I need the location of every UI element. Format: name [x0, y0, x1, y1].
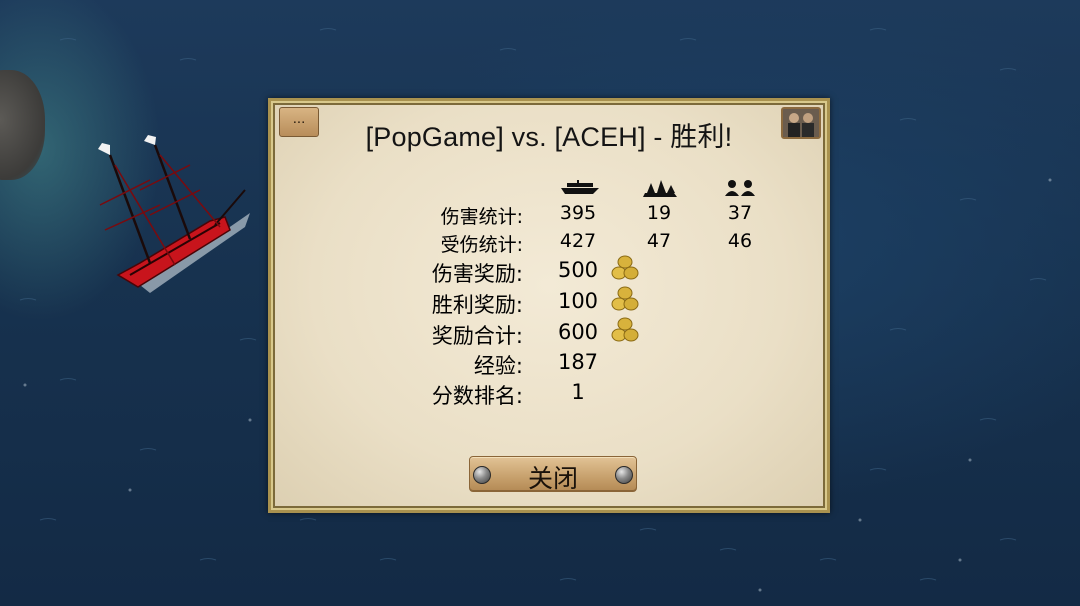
victory-reward-label: 胜利奖励: [431, 293, 523, 317]
close-button[interactable]: 关闭 [469, 456, 637, 493]
battle-result-dialog: ... [PopGame] vs. [ACEH] - 胜利! 伤害统计: 395… [268, 98, 830, 513]
crew-icon [725, 180, 755, 196]
rank-value: 1 [571, 380, 585, 404]
rank-label: 分数排名: [431, 384, 523, 408]
player-ship[interactable] [80, 135, 255, 300]
damage-reward-value: 500 [557, 258, 599, 282]
experience-value: 187 [557, 350, 599, 374]
damage-taken-crew: 46 [727, 230, 753, 252]
dialog-title: [PopGame] vs. [ACEH] - 胜利! [365, 122, 733, 152]
damage-dealt-label: 伤害统计: [440, 206, 523, 228]
gold-coins-icon [611, 286, 639, 311]
total-reward-value: 600 [557, 320, 599, 344]
crew-portrait-icon [783, 109, 819, 137]
ship-icon [561, 180, 599, 194]
victory-reward-value: 100 [557, 289, 599, 313]
fleet-icon [643, 180, 677, 197]
close-button-label: 关闭 [527, 465, 578, 493]
damage-reward-label: 伤害奖励: [431, 262, 523, 286]
gold-coins-icon [611, 255, 639, 280]
damage-taken-label: 受伤统计: [440, 234, 523, 256]
damage-taken-ship: 427 [559, 230, 597, 252]
total-reward-label: 奖励合计: [431, 324, 523, 348]
gold-coins-icon [611, 317, 639, 342]
crew-portrait-button[interactable] [781, 107, 821, 139]
rivet-icon [615, 466, 633, 484]
damage-dealt-fleet: 19 [646, 202, 672, 224]
damage-dealt-ship: 395 [559, 202, 597, 224]
experience-label: 经验: [473, 354, 523, 378]
damage-taken-fleet: 47 [646, 230, 672, 252]
damage-dealt-crew: 37 [727, 202, 753, 224]
